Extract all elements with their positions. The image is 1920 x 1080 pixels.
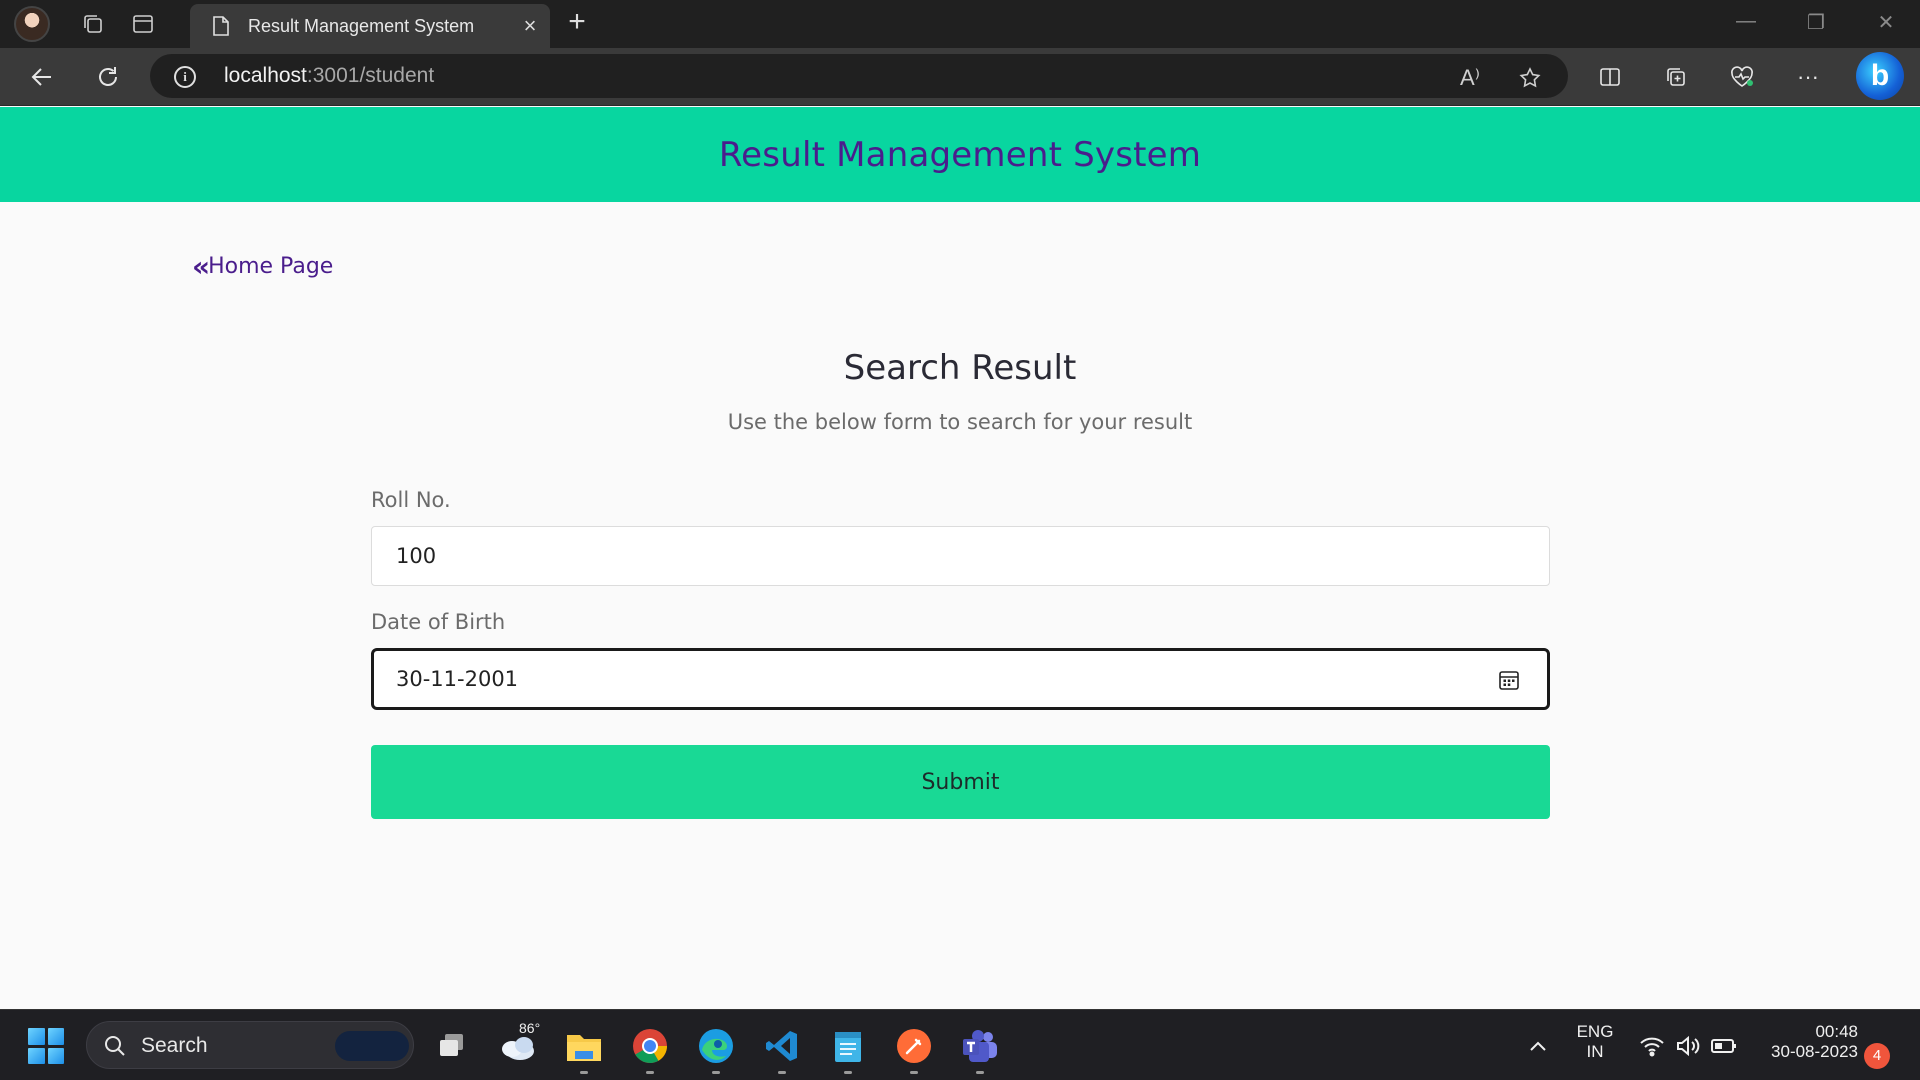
workspaces-icon[interactable] <box>77 8 109 40</box>
vscode-icon[interactable] <box>760 1024 804 1074</box>
url-text: localhost:3001/student <box>224 64 435 87</box>
chrome-icon[interactable] <box>628 1024 672 1074</box>
battery-icon[interactable] <box>1702 1024 1746 1068</box>
page-icon <box>208 15 234 37</box>
close-tab-icon[interactable]: × <box>510 13 550 39</box>
date-of-birth-label: Date of Birth <box>371 610 506 634</box>
tab-title: Result Management System <box>248 15 475 36</box>
edge-icon[interactable] <box>694 1024 738 1074</box>
home-page-label: Home Page <box>208 254 334 279</box>
clock[interactable]: 00:48 30-08-2023 <box>1748 1022 1858 1062</box>
language-code: ENG <box>1576 1022 1614 1041</box>
new-tab-icon[interactable]: + <box>560 6 594 40</box>
collections-icon[interactable] <box>1660 61 1692 93</box>
url-bar[interactable]: i localhost:3001/student A⁾ <box>150 54 1568 98</box>
teams-icon[interactable] <box>958 1024 1002 1074</box>
split-screen-icon[interactable] <box>1594 61 1626 93</box>
site-title: Result Management System <box>718 134 1202 175</box>
search-icon <box>105 1036 125 1056</box>
reload-icon[interactable] <box>92 61 124 93</box>
address-bar-row: i localhost:3001/student A⁾ ··· b <box>0 48 1920 106</box>
site-info-icon[interactable]: i <box>174 66 196 88</box>
show-hidden-icons-chevron-up-icon[interactable] <box>1516 1024 1560 1068</box>
double-chevron-left-icon: « <box>192 250 210 283</box>
clock-date: 30-08-2023 <box>1771 1042 1858 1061</box>
windows-taskbar: Search 86° ENG IN 00:48 30-08-2023 4 <box>0 1009 1920 1080</box>
region-code: IN <box>1586 1042 1604 1061</box>
search-highlight-badge <box>335 1031 409 1061</box>
weather-icon[interactable] <box>496 1024 540 1068</box>
windows-start-icon[interactable] <box>28 1028 64 1064</box>
form-subtitle: Use the below form to search for your re… <box>727 410 1193 434</box>
favorite-star-icon[interactable] <box>1516 64 1544 92</box>
active-tab[interactable]: Result Management System × <box>190 4 550 48</box>
vertical-tabs-icon[interactable] <box>127 8 159 40</box>
site-header: Result Management System <box>0 107 1920 202</box>
browser-essentials-icon[interactable] <box>1726 61 1758 93</box>
back-icon[interactable] <box>26 61 58 93</box>
taskbar-search[interactable]: Search <box>86 1021 414 1069</box>
submit-button[interactable]: Submit <box>371 745 1550 819</box>
postman-icon[interactable] <box>892 1024 936 1074</box>
notification-badge[interactable]: 4 <box>1864 1043 1890 1069</box>
home-page-link[interactable]: « Home Page <box>192 250 333 283</box>
roll-number-input[interactable] <box>371 526 1550 586</box>
taskbar-search-label: Search <box>141 1034 208 1057</box>
roll-number-label: Roll No. <box>371 488 451 512</box>
more-options-icon[interactable]: ··· <box>1792 61 1824 93</box>
profile-avatar[interactable] <box>14 6 50 42</box>
browser-tab-bar: Result Management System × + — ❐ ✕ <box>0 0 1920 48</box>
calendar-icon[interactable] <box>1497 668 1521 692</box>
notepad-icon[interactable] <box>826 1024 870 1074</box>
file-explorer-icon[interactable] <box>562 1024 606 1074</box>
language-indicator[interactable]: ENG IN <box>1574 1022 1616 1062</box>
read-aloud-icon[interactable]: A⁾ <box>1456 64 1484 92</box>
date-of-birth-input[interactable] <box>371 648 1550 710</box>
form-title: Search Result <box>843 348 1077 388</box>
minimize-icon[interactable]: — <box>1726 10 1766 38</box>
restore-icon[interactable]: ❐ <box>1796 10 1836 38</box>
clock-time: 00:48 <box>1815 1022 1858 1041</box>
window-close-icon[interactable]: ✕ <box>1866 10 1906 38</box>
copilot-icon[interactable]: b <box>1856 52 1904 100</box>
task-view-icon[interactable] <box>430 1024 474 1068</box>
